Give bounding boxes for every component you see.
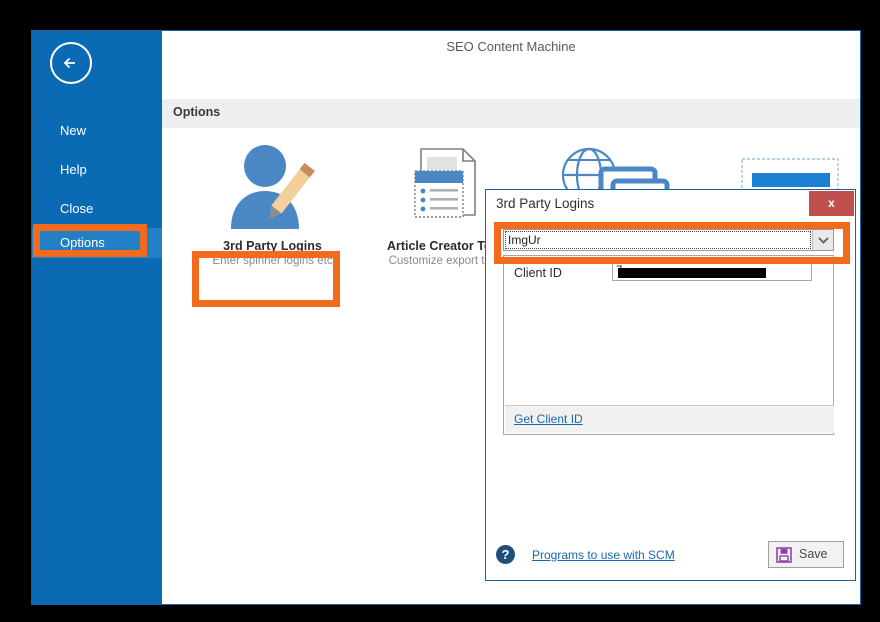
sidebar-item-options[interactable]: Options	[32, 228, 162, 258]
sidebar-item-label: Options	[60, 235, 105, 250]
page-title: SEO Content Machine	[446, 39, 576, 54]
third-party-logins-dialog: 3rd Party Logins x ImgUr Client ID 7 G	[485, 189, 856, 581]
provider-dropdown-value: ImgUr	[508, 233, 541, 247]
backstage-sidebar: New Help Close Options	[32, 31, 162, 604]
back-arrow-glyph	[63, 57, 75, 69]
back-arrow-icon[interactable]	[50, 42, 92, 84]
chevron-down-icon[interactable]	[812, 230, 833, 250]
redaction-bar	[618, 268, 766, 278]
provider-detail-panel: Client ID 7 Get Client ID	[503, 255, 834, 435]
close-icon[interactable]: x	[809, 191, 854, 216]
get-client-id-link[interactable]: Get Client ID	[514, 412, 583, 426]
section-header-bar: Options	[162, 99, 860, 128]
dialog-footer: ? Programs to use with SCM Save	[496, 541, 844, 571]
sidebar-item-help[interactable]: Help	[32, 155, 162, 185]
floppy-disk-save-icon	[776, 547, 792, 563]
option-tile-subtitle: Enter spinner logins etc	[212, 255, 333, 267]
screenshot-root: New Help Close Options SEO Content Machi…	[0, 0, 880, 622]
section-header-label: Options	[173, 105, 221, 119]
save-button-label: Save	[799, 547, 828, 561]
sidebar-item-label: New	[60, 123, 87, 138]
provider-dropdown[interactable]: ImgUr	[503, 229, 834, 251]
chevron-down-glyph	[818, 237, 829, 244]
sidebar-item-label: Help	[60, 162, 87, 177]
sidebar-item-new[interactable]: New	[32, 116, 162, 146]
sidebar-item-label: Close	[60, 201, 94, 216]
programs-to-use-link[interactable]: Programs to use with SCM	[532, 548, 675, 562]
focus-outline	[505, 231, 811, 249]
panel-footer: Get Client ID	[505, 405, 834, 433]
save-button[interactable]: Save	[768, 541, 844, 568]
user-with-pencil-icon	[190, 141, 355, 233]
client-id-label: Client ID	[514, 266, 562, 280]
client-id-field[interactable]: 7	[612, 262, 812, 281]
question-mark-icon[interactable]: ?	[496, 545, 515, 564]
dialog-title: 3rd Party Logins	[496, 196, 595, 211]
option-tile-third-party-logins[interactable]: 3rd Party Logins Enter spinner logins et…	[190, 141, 355, 267]
sidebar-item-close[interactable]: Close	[32, 194, 162, 224]
option-tile-title: 3rd Party Logins	[223, 239, 322, 253]
dialog-titlebar: 3rd Party Logins x	[486, 190, 855, 219]
